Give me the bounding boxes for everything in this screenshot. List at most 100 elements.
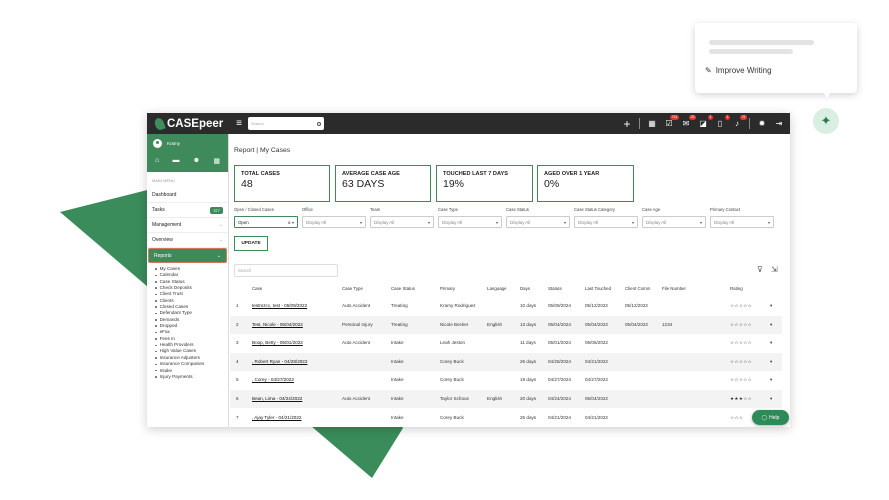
submenu-item[interactable]: Injury Payments [155, 374, 228, 380]
table-row[interactable]: 7 , Ajay Tyler - 04/21/2022 Intake Corey Bu… [230, 409, 782, 427]
global-search-input[interactable]: Search [248, 117, 324, 130]
case-age-select[interactable]: Display All ▾ [642, 216, 706, 228]
case-status-select[interactable]: Display All ▾ [506, 216, 570, 228]
table-search-input[interactable]: Search [234, 264, 338, 277]
bell-icon[interactable]: ♪ 72 [732, 114, 747, 129]
avatar [153, 139, 162, 148]
filter-label-case-status: Case Status [506, 207, 529, 212]
rating-stars[interactable]: ☆☆☆☆☆ [730, 371, 752, 389]
calendar-icon[interactable]: ▦ [213, 157, 220, 165]
row-expand-chevron-icon[interactable]: ▾ [770, 316, 772, 334]
row-expand-chevron-icon[interactable]: ▾ [770, 353, 772, 371]
stat-label: TOUCHED LAST 7 DAYS [443, 171, 508, 177]
hamburger-menu-icon[interactable]: ≡ [230, 118, 248, 129]
file-number-cell: 1234 [662, 321, 673, 327]
table-row[interactable]: 6 Bean, Lima - 04/24/2022 Auto Accident Int… [230, 390, 782, 408]
brand-logo[interactable]: CASEpeer [147, 116, 230, 131]
sidebar-item-tasks[interactable]: Tasks 377 [147, 203, 228, 218]
calendar-icon[interactable]: ▦ [647, 119, 657, 129]
column-header-statute[interactable]: Statute [548, 286, 562, 291]
case-link[interactable]: , Ajay Tyler - 04/21/2022 [252, 409, 301, 427]
chevron-down-icon: ⊗ ▾ [287, 219, 294, 225]
rating-stars[interactable]: ☆☆☆☆☆ [730, 316, 752, 334]
ai-assistant-button[interactable]: ✦ [813, 108, 839, 134]
rating-stars[interactable]: ☆☆☆☆☆ [730, 353, 752, 371]
case-link[interactable]: Test, Nicole - 05/04/2022 [252, 316, 303, 334]
bullet-icon [155, 325, 157, 328]
top-bar: CASEpeer ≡ Search + ▦ ☑ 741 ✉ 23 ◪ 1 ▯ 1 ♪ 72… [147, 113, 790, 134]
user-profile[interactable]: Kramy [153, 139, 222, 148]
primary-contact-select[interactable]: Display All ▾ [710, 216, 774, 228]
days-cell: 10 days [520, 303, 537, 308]
case-type-select[interactable]: Display All ▾ [438, 216, 502, 228]
column-header-file-number[interactable]: File Number [662, 286, 686, 291]
open-closed-select[interactable]: Open ⊗ ▾ [234, 216, 298, 228]
rating-stars[interactable]: ☆☆☆☆☆ [730, 297, 752, 315]
mail-icon[interactable]: ✉ 23 [681, 114, 696, 129]
leaf-logo-icon [153, 116, 166, 131]
sidebar-item-label: Overview [152, 237, 173, 243]
select-value: Display All [510, 219, 531, 225]
stat-label: TOTAL CASES [241, 171, 280, 177]
days-cell: 26 days [520, 358, 537, 364]
sidebar-item-management[interactable]: Management ⌄ [147, 218, 228, 233]
rating-stars[interactable]: ☆☆☆ [730, 409, 743, 427]
users-icon[interactable]: ☻ [193, 157, 200, 165]
office-select[interactable]: Display All ▾ [302, 216, 366, 228]
bullet-icon [155, 376, 157, 378]
case-status-category-select[interactable]: Display All ▾ [574, 216, 638, 228]
case-link[interactable]: , Robert Ryan - 04/28/2022 [252, 353, 307, 371]
column-header-case-type[interactable]: Case Type [342, 286, 363, 291]
rating-stars[interactable]: ★★★☆☆ [730, 390, 752, 408]
sidebar-item-dashboard[interactable]: Dashboard [147, 188, 228, 203]
gear-icon[interactable]: ✹ [757, 119, 767, 129]
filter-label-team: Team [370, 207, 381, 212]
row-expand-chevron-icon[interactable]: ▾ [770, 390, 772, 408]
column-header-client-comm[interactable]: Client Comm [625, 286, 650, 291]
filter-icon[interactable]: ⊽ [757, 265, 763, 274]
folder-icon[interactable]: ▬ [172, 157, 179, 165]
table-row[interactable]: 1 testmzcc, test - 05/09/2022 Auto Acciden… [230, 297, 782, 315]
bullet-icon [155, 357, 157, 359]
column-header-days[interactable]: Days [520, 286, 530, 291]
home-icon[interactable]: ⌂ [155, 157, 159, 165]
export-icon[interactable]: ⇲ [771, 265, 778, 274]
plus-icon[interactable]: + [622, 117, 632, 131]
tasks-count-badge: 377 [210, 206, 223, 214]
row-expand-chevron-icon[interactable]: ▾ [770, 297, 772, 315]
logout-icon[interactable]: ⇥ [774, 119, 784, 129]
phone-icon[interactable]: ▯ 1 [715, 114, 730, 129]
chevron-down-icon: ⌄ [218, 237, 223, 243]
case-link[interactable]: Boop, Betty - 05/01/2022 [252, 334, 303, 352]
column-header-language[interactable]: Language [487, 286, 507, 291]
column-header-primary[interactable]: Primary [440, 286, 455, 291]
help-button[interactable]: ◯ Help [752, 410, 789, 425]
bullet-icon [155, 268, 157, 270]
column-header-last-touched[interactable]: Last Touched [585, 286, 611, 291]
column-header-case[interactable]: Case [252, 286, 262, 291]
row-expand-chevron-icon[interactable]: ▾ [770, 334, 772, 352]
case-link[interactable]: testmzcc, test - 05/09/2022 [252, 297, 307, 315]
case-link[interactable]: Bean, Lima - 04/24/2022 [252, 390, 302, 408]
row-expand-chevron-icon[interactable]: ▾ [770, 371, 772, 389]
table-row[interactable]: 2 Test, Nicole - 05/04/2022 Personal Injur… [230, 315, 782, 334]
sidebar-item-reports[interactable]: Reports ⌄ [148, 248, 227, 263]
placeholder-line [709, 40, 814, 45]
sidebar-item-overview[interactable]: Overview ⌄ [147, 233, 228, 248]
column-header-rating[interactable]: Rating [730, 286, 743, 291]
client-comm-cell: 05/12/2022 [625, 303, 648, 308]
update-button[interactable]: UPDATE [234, 236, 268, 251]
inbox-icon[interactable]: ◪ 1 [698, 114, 713, 129]
case-link[interactable]: , Corey - 04/27/2022 [252, 371, 294, 389]
column-header-case-status[interactable]: Case Status [391, 286, 415, 291]
filter-label-office: Office [302, 207, 313, 212]
tasks-icon[interactable]: ☑ 741 [664, 114, 679, 129]
case-status-cell: Treating [391, 303, 408, 308]
table-row[interactable]: 4 , Robert Ryan - 04/28/2022 Intake Corey B… [230, 352, 782, 371]
table-row[interactable]: 5 , Corey - 04/27/2022 Intake Corey Buck 19 … [230, 371, 782, 389]
team-select[interactable]: Display All ▾ [370, 216, 434, 228]
rating-stars[interactable]: ☆☆☆☆☆ [730, 334, 752, 352]
table-row[interactable]: 3 Boop, Betty - 05/01/2022 Auto Accident In… [230, 334, 782, 352]
improve-writing-option[interactable]: ✎ Improve Writing [705, 66, 772, 75]
bullet-icon [155, 281, 157, 283]
